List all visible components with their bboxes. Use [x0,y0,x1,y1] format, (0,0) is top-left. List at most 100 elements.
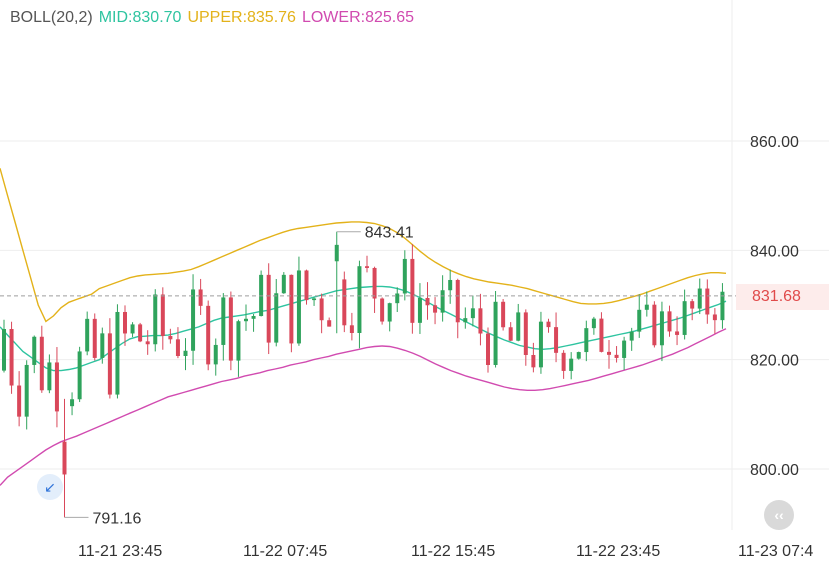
candle-body [349,325,354,333]
arrow-down-left-icon[interactable]: ↙ [37,474,63,500]
candle-body [228,297,233,361]
candle-body [274,293,279,343]
candle-body [667,311,672,332]
candle-body [387,303,392,322]
candle-body [712,314,717,321]
double-chevron-left-icon[interactable]: ‹‹ [764,500,794,530]
chart-area: 800.00 820.00 840.00 860.00 11-21 23:45 11-22… [0,0,829,560]
upper-value: UPPER:835.76 [187,9,296,26]
candle-body [463,318,468,323]
candle-body [417,297,422,323]
lower-value: LOWER:825.65 [301,9,415,26]
candle-body [523,312,528,355]
candle-body [380,298,385,322]
candle-body [576,352,581,359]
candle-body [168,335,173,340]
candle-body [62,441,67,475]
indicator-name: BOLL(20,2) [10,9,93,26]
x-tick-label: 11-22 07:45 [243,543,327,560]
indicator-legend: BOLL(20,2) MID:830.70 UPPER:835.76 LOWER:82… [10,9,420,27]
candle-body [153,294,158,345]
candle-body [690,301,695,309]
candle-body [130,324,135,334]
candle-body [493,301,498,365]
candle-body [251,316,256,319]
candle-body [395,293,400,304]
candle-body [372,267,377,299]
x-tick-label: 11-23 07:4 [738,543,813,560]
candle-body [107,333,112,395]
candle-body [160,294,165,336]
candle-body [675,331,680,335]
candle-body [319,298,324,321]
candle-body [705,288,710,315]
candle-body [244,318,248,322]
candle-body [622,340,627,358]
candle-body [637,309,642,332]
current-price-badge: 831.68 [736,284,829,310]
candle-body [281,274,286,294]
candle-body [85,318,90,352]
candle-body [115,311,120,395]
candle-body [659,311,664,346]
candle-body [531,354,536,368]
candle-body [591,318,596,329]
candle-body [198,289,203,306]
candle-body [70,399,75,407]
candle-body [569,358,574,371]
candle-body [425,297,430,306]
candle-body [402,258,407,294]
candle-body [17,385,22,417]
y-tick-label: 800.00 [750,462,799,479]
band-line-upper [0,168,727,323]
candle-body [433,305,438,313]
candle-body [327,320,332,327]
candle-body [266,274,271,343]
candle-body [697,288,702,309]
candle-body [39,336,44,391]
candle-body [357,266,362,333]
candle-body [470,308,475,319]
candle-body [24,364,29,417]
x-tick-label: 11-22 23:45 [576,543,660,560]
y-tick-label: 860.00 [750,134,799,151]
x-tick-label: 11-22 15:45 [411,543,495,560]
axes: 800.00 820.00 840.00 860.00 11-21 23:45 11-22… [0,134,813,560]
candlesticks [2,231,725,518]
grid-lines [0,0,829,530]
candle-body [77,351,82,400]
y-tick-label: 820.00 [750,353,799,370]
x-tick-label: 11-21 23:45 [78,543,162,560]
candle-body [221,297,226,345]
candle-body [2,328,6,371]
bollinger-bands [0,168,727,486]
candle-body [47,362,52,391]
candle-body [486,333,490,365]
candle-body [312,298,317,301]
candle-body [145,341,150,345]
candle-body [236,321,241,361]
candle-body [501,301,506,328]
high-annotation-label: 843.41 [365,225,414,242]
candle-body [304,270,309,301]
candle-body [213,344,218,365]
candle-body [191,289,196,351]
candle-body [629,331,634,341]
candle-body [448,279,453,291]
candle-body [508,327,513,341]
candle-body [289,274,294,344]
candle-body [644,304,649,310]
candle-body [599,318,604,352]
candle-body [410,258,415,323]
candle-body [546,321,551,328]
candle-body [54,362,59,412]
candle-body [478,308,483,334]
candle-body [652,304,657,346]
candle-body [100,333,105,358]
candle-body [365,266,369,268]
candle-body [561,352,566,371]
mid-value: MID:830.70 [98,9,182,26]
candle-body [455,279,460,323]
candle-body [538,321,543,368]
candle-body [682,301,687,335]
